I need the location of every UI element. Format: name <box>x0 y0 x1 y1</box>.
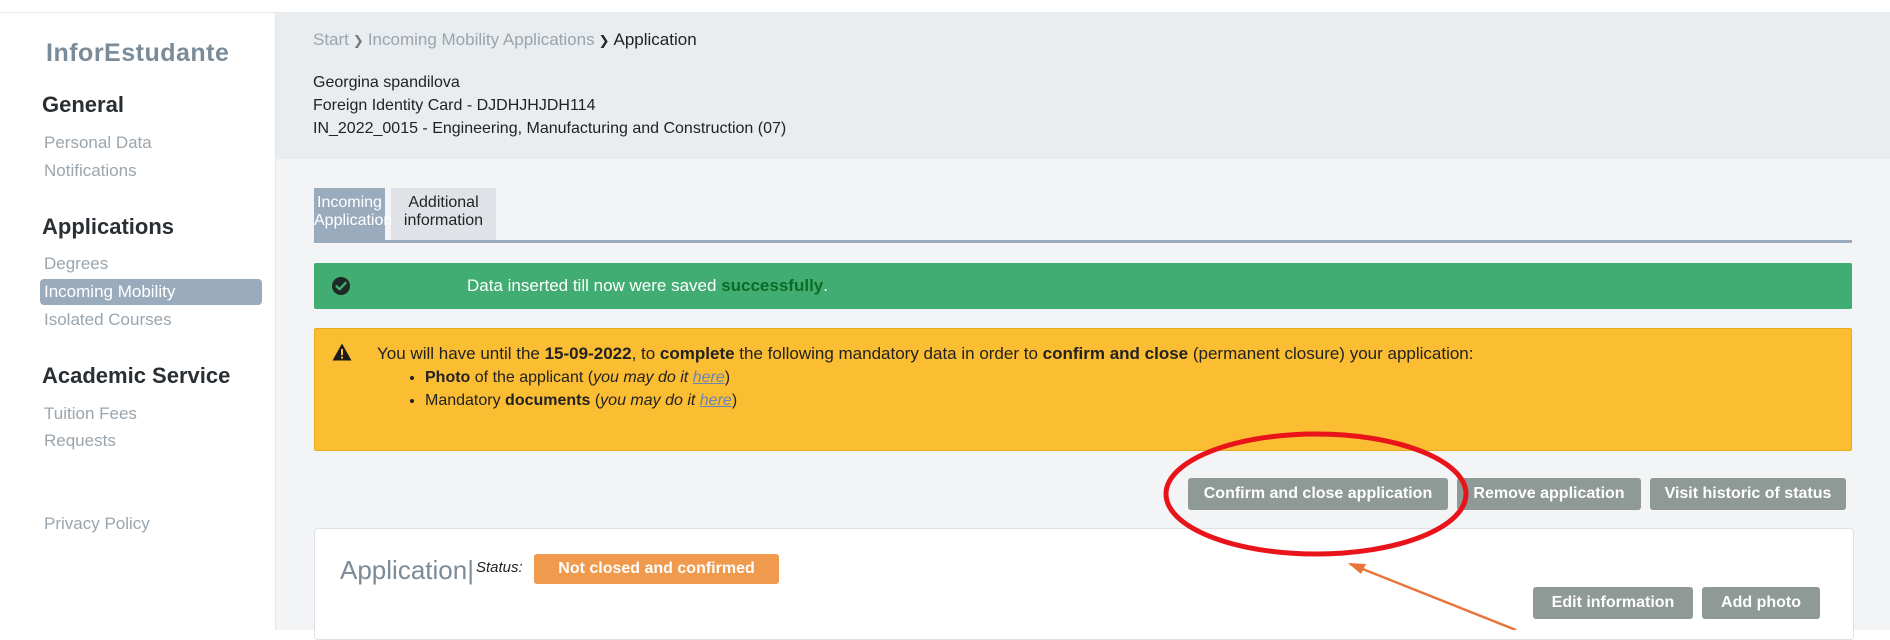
sidebar-section-academic-service: Academic Service <box>42 363 231 388</box>
warning-message: You will have until the 15-09-2022, to c… <box>377 344 1474 363</box>
applicant-identity: Foreign Identity Card - DJDHJHJDH114 <box>313 97 596 114</box>
warning-triangle-icon <box>332 343 352 361</box>
tab-additional-information[interactable]: Additional information <box>391 188 496 240</box>
breadcrumb-current: Application <box>613 30 697 49</box>
list-item-documents: Mandatory documents (you may do it here) <box>425 392 737 410</box>
panel-title: Application| <box>340 555 474 585</box>
warning-alert: You will have until the 15-09-2022, to c… <box>314 328 1852 451</box>
sidebar-item-degrees[interactable]: Degrees <box>44 254 108 274</box>
tab-label-line1: Incoming <box>317 194 382 211</box>
success-alert: Data inserted till now were saved succes… <box>314 263 1852 309</box>
chevron-right-icon: ❯ <box>352 33 364 48</box>
list-item-photo: Photo of the applicant (you may do it he… <box>425 369 737 387</box>
sidebar-item-isolated-courses[interactable]: Isolated Courses <box>44 310 172 330</box>
sidebar-section-applications: Applications <box>42 214 175 239</box>
confirm-close-application-button[interactable]: Confirm and close application <box>1188 478 1448 510</box>
check-circle-icon <box>332 277 350 295</box>
add-photo-button[interactable]: Add photo <box>1702 587 1820 619</box>
documents-here-link[interactable]: here <box>700 392 732 409</box>
sidebar-item-tuition-fees[interactable]: Tuition Fees <box>44 404 137 424</box>
applicant-name: Georgina spandilova <box>313 74 460 91</box>
status-label: Status: <box>476 559 523 576</box>
sidebar-item-personal-data[interactable]: Personal Data <box>44 133 152 153</box>
main-content: Incoming Application Additional informat… <box>276 159 1890 640</box>
sidebar-item-incoming-mobility[interactable]: Incoming Mobility <box>40 279 262 305</box>
breadcrumb-incoming-applications[interactable]: Incoming Mobility Applications <box>368 30 595 49</box>
sidebar: InforEstudante General Personal Data Not… <box>0 13 276 630</box>
privacy-policy-link[interactable]: Privacy Policy <box>44 514 150 534</box>
tab-label-line2: Application <box>314 212 393 229</box>
mandatory-list: Photo of the applicant (you may do it he… <box>403 369 737 415</box>
tab-underline <box>314 240 1852 243</box>
visit-historic-status-button[interactable]: Visit historic of status <box>1650 478 1846 510</box>
chevron-right-icon: ❯ <box>598 33 610 48</box>
photo-here-link[interactable]: here <box>693 369 725 386</box>
remove-application-button[interactable]: Remove application <box>1457 478 1641 510</box>
sidebar-item-requests[interactable]: Requests <box>44 431 116 451</box>
tab-label-line1: Additional <box>408 194 479 211</box>
breadcrumb-start[interactable]: Start <box>313 30 349 49</box>
tab-label-line2: information <box>403 212 484 229</box>
success-message: Data inserted till now were saved succes… <box>467 276 828 295</box>
top-border <box>0 0 1890 13</box>
application-panel: Application| Status: Not closed and conf… <box>314 528 1854 640</box>
breadcrumb: Start ❯ Incoming Mobility Applications ❯ App… <box>313 30 697 50</box>
status-badge: Not closed and confirmed <box>534 554 779 584</box>
page-header: Start ❯ Incoming Mobility Applications ❯ App… <box>276 13 1890 159</box>
application-program: IN_2022_0015 - Engineering, Manufacturin… <box>313 120 787 137</box>
tab-incoming-application[interactable]: Incoming Application <box>314 188 393 240</box>
edit-information-button[interactable]: Edit information <box>1533 587 1693 619</box>
sidebar-item-notifications[interactable]: Notifications <box>44 161 137 181</box>
brand-logo[interactable]: InforEstudante <box>46 39 229 68</box>
sidebar-section-general: General <box>42 92 124 117</box>
